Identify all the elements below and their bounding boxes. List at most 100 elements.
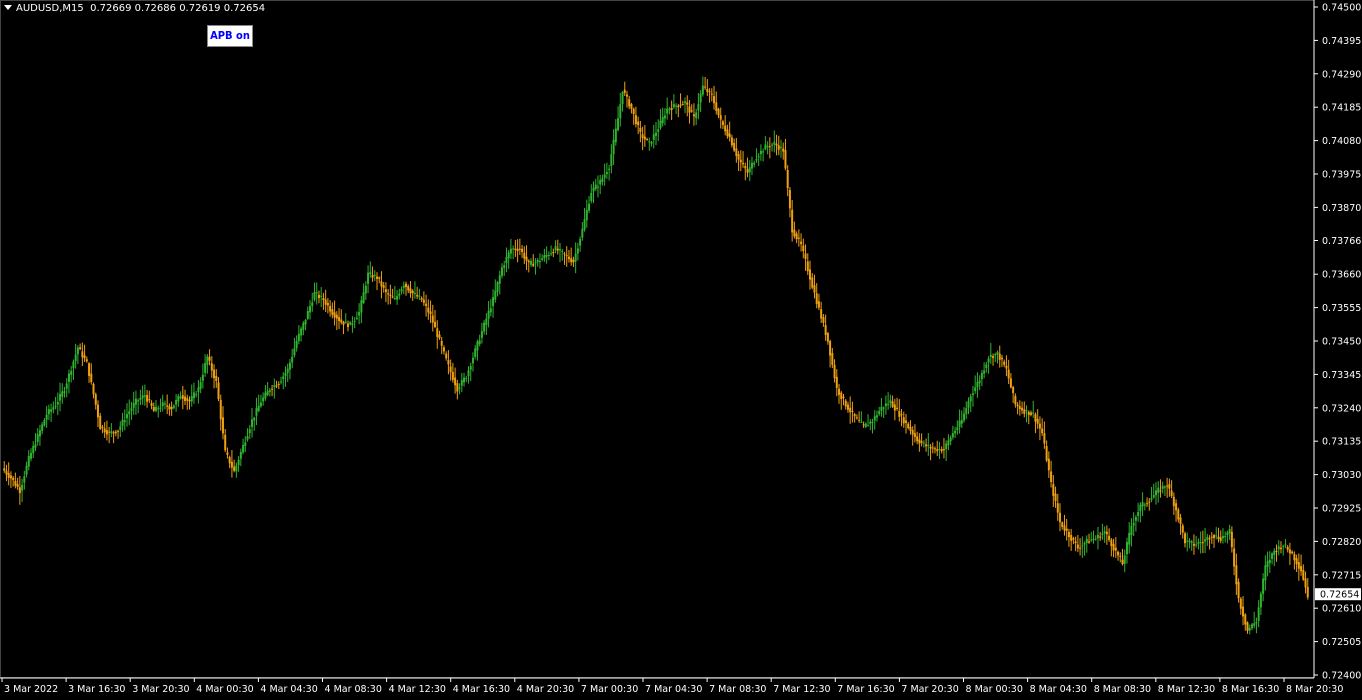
candle-body xyxy=(1132,522,1135,526)
candle-body xyxy=(824,325,827,336)
current-price-label: 0.72654 xyxy=(1320,590,1359,601)
candle-body xyxy=(1130,525,1133,536)
candle-body xyxy=(85,359,88,362)
candle-body xyxy=(668,108,671,110)
candle-body xyxy=(692,114,695,117)
candle-body xyxy=(1101,533,1104,536)
candle-body xyxy=(1181,525,1184,533)
candle-body xyxy=(387,293,390,295)
price-tick-label: 0.73660 xyxy=(1322,270,1361,281)
candle-body xyxy=(942,449,945,451)
candle-body xyxy=(1233,548,1236,567)
candle-body xyxy=(396,295,399,300)
chart-canvas[interactable]: 0.74500 0.74395 0.74290 0.74185 0.74080 0.739… xyxy=(0,0,1362,700)
candle-body xyxy=(717,108,720,116)
candle-body xyxy=(601,178,604,182)
price-tick-label: 0.74080 xyxy=(1322,136,1361,147)
candle-body xyxy=(217,382,220,400)
candle-body xyxy=(652,134,655,140)
candle-body xyxy=(244,442,247,446)
candle-body xyxy=(128,411,131,415)
candle-body xyxy=(672,104,675,108)
candle-body xyxy=(224,434,227,451)
candle-body xyxy=(670,107,673,110)
candle-body xyxy=(605,172,608,174)
candle-body xyxy=(14,480,17,486)
candle-body xyxy=(967,401,970,408)
candle-body xyxy=(494,290,497,300)
candle-body xyxy=(507,252,510,259)
candle-body xyxy=(152,407,155,411)
candle-body xyxy=(471,357,474,364)
candle-body xyxy=(516,248,519,252)
candle-body xyxy=(775,143,778,146)
candle-body xyxy=(974,387,977,392)
candle-body xyxy=(922,442,925,444)
candle-body xyxy=(764,144,767,150)
candle-body xyxy=(157,408,160,410)
candle-body xyxy=(978,380,981,384)
candle-body xyxy=(1161,485,1164,489)
candle-body xyxy=(498,275,501,284)
candle-body xyxy=(257,405,260,411)
candle-body xyxy=(1025,410,1028,412)
candle-body xyxy=(1304,578,1307,588)
candle-body xyxy=(1119,555,1122,557)
price-tick-label: 0.73555 xyxy=(1322,303,1361,314)
price-chart[interactable]: 0.74500 0.74395 0.74290 0.74185 0.74080 0.739… xyxy=(0,0,1362,700)
apb-toggle-button[interactable]: APB on xyxy=(207,25,253,47)
candle-body xyxy=(246,436,249,440)
candle-body xyxy=(579,239,582,246)
candle-body xyxy=(773,142,776,145)
candle-body xyxy=(34,444,37,448)
candle-body xyxy=(9,475,12,479)
candle-body xyxy=(681,104,684,106)
candle-body xyxy=(1217,536,1220,540)
candle-body xyxy=(253,417,256,421)
price-tick-label: 0.74290 xyxy=(1322,69,1361,80)
candle-body xyxy=(1213,535,1216,538)
candle-body xyxy=(980,373,983,380)
candle-body xyxy=(297,333,300,341)
candle-body xyxy=(525,256,528,261)
candle-body xyxy=(474,348,477,357)
time-tick-label: 8 Mar 00:30 xyxy=(966,684,1023,695)
candle-body xyxy=(945,443,948,450)
time-tick-label: 4 Mar 12:30 xyxy=(389,684,446,695)
candle-body xyxy=(634,115,637,125)
candle-body xyxy=(358,312,361,316)
candle-body xyxy=(690,110,693,112)
candle-body xyxy=(1190,541,1193,543)
candle-body xyxy=(134,398,137,405)
candle-body xyxy=(846,404,849,410)
candle-body xyxy=(1121,559,1124,565)
price-tick-label: 0.73870 xyxy=(1322,203,1361,214)
candle-body xyxy=(1184,533,1187,544)
candle-body xyxy=(208,356,211,361)
candle-body xyxy=(1257,607,1260,621)
candle-body xyxy=(179,396,182,399)
candle-body xyxy=(1061,522,1064,527)
candle-body xyxy=(907,423,910,428)
candle-body xyxy=(1009,378,1012,388)
time-tick-label: 8 Mar 04:30 xyxy=(1030,684,1087,695)
candle-body xyxy=(684,101,687,104)
candle-body xyxy=(1134,517,1137,521)
candle-body xyxy=(989,354,992,357)
candle-body xyxy=(1088,541,1091,543)
candle-body xyxy=(103,428,106,433)
candle-body xyxy=(47,409,50,415)
candle-body xyxy=(282,376,285,380)
candle-body xyxy=(1014,395,1017,405)
candle-body xyxy=(666,108,669,114)
candle-body xyxy=(904,420,907,423)
candle-body xyxy=(632,108,635,115)
candle-body xyxy=(840,392,843,400)
candle-body xyxy=(1282,545,1285,547)
candle-body xyxy=(947,440,950,446)
candle-body xyxy=(373,274,376,276)
candle-body xyxy=(971,393,974,396)
price-tick-label: 0.74395 xyxy=(1322,36,1361,47)
dropdown-triangle-icon[interactable] xyxy=(4,5,12,10)
candle-body xyxy=(351,323,354,326)
